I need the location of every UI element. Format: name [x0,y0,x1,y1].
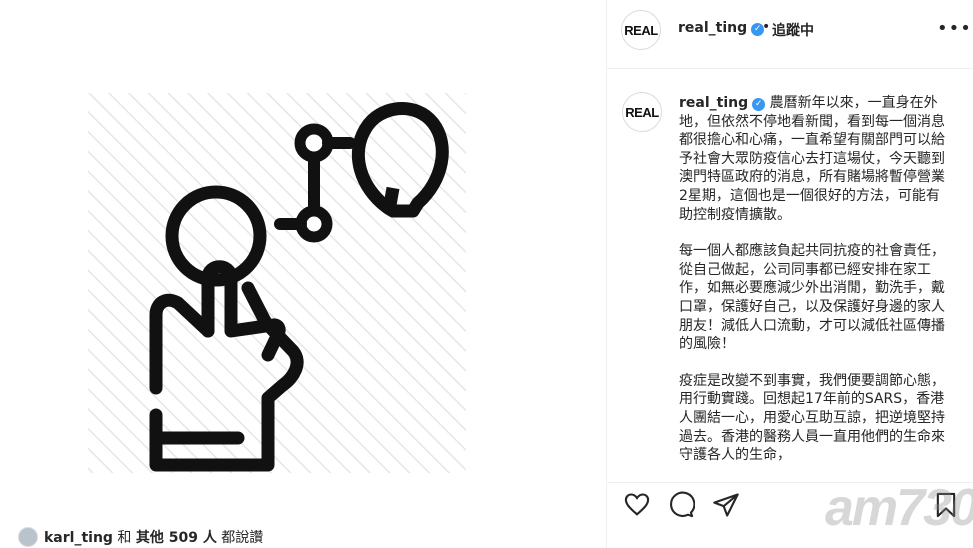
separator-dot: • [762,19,771,35]
heart-icon[interactable] [623,491,651,519]
watermark-logo: am730 [825,479,973,537]
caption-paragraph-text: 農曆新年以來，一直身在外地，但依然不停地看新聞，看到每一個消息都很擔心和心痛，一… [679,95,945,223]
avatar-logo-text: REAL [625,104,659,120]
caption-text: real_ting ✓ 農曆新年以來，一直身在外地，但依然不停地看新聞，看到每一個… [679,94,953,470]
author-avatar[interactable]: REAL [621,10,661,50]
finger-lightbulb-illustration [88,93,466,473]
more-horizontal-icon[interactable]: ••• [937,18,972,39]
post-header: REAL real_ting ✓ • 追蹤中 ••• [607,0,973,69]
verified-icon: ✓ [752,98,766,111]
likes-count[interactable]: 其他 509 人 [136,530,217,546]
share-icon[interactable] [712,491,740,519]
avatar-logo-text: REAL [624,22,658,38]
post-sidebar: REAL real_ting ✓ • 追蹤中 ••• REAL real_ting… [606,0,973,548]
comment-icon[interactable] [667,491,695,519]
post-image [0,0,606,548]
likes-suffix: 都說讚 [216,530,264,546]
author-username[interactable]: real_ting ✓ [678,20,765,36]
caption-username[interactable]: real_ting [679,95,748,111]
caption-paragraph: 疫症是改變不到事實，我們便要調節心態，用行動實踐。回想起17年前的SARS，香港… [679,372,945,464]
likes-summary: karl_ting 和 其他 509 人 都說讚 [18,527,263,547]
username-text: real_ting [678,20,748,36]
caption-paragraph: 每一個人都應該負起共同抗疫的社會責任，從自己做起，公司同事都已經安排在家工作，如… [679,243,945,353]
likes-and: 和 [112,530,136,546]
following-button[interactable]: 追蹤中 [772,20,814,40]
caption-avatar[interactable]: REAL [622,92,662,132]
caption-paragraph: real_ting ✓ 農曆新年以來，一直身在外地，但依然不停地看新聞，看到每一個… [679,94,953,224]
liker-avatar[interactable] [18,527,38,547]
liker-username[interactable]: karl_ting [44,530,113,546]
